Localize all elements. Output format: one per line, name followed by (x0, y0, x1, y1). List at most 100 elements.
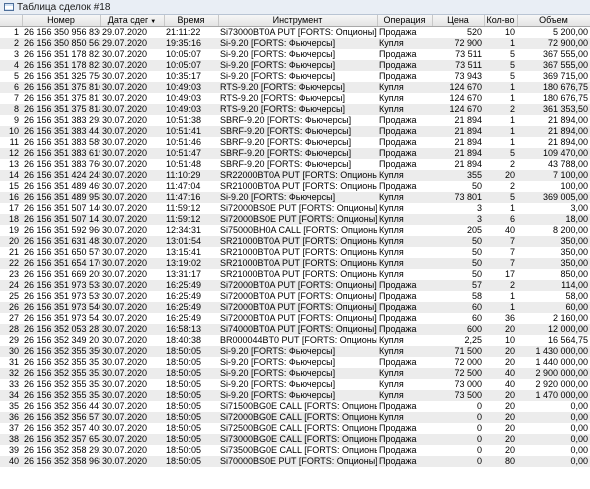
table-row[interactable]: 19 26 156 351 592 966 30.07.2020 12:34:31 Si… (0, 225, 590, 236)
cell-rownum: 27 (8, 312, 19, 323)
cell-operation: Купля (379, 202, 404, 213)
cell-operation: Купля (377, 411, 432, 423)
header-operation-label: Операция (383, 15, 426, 26)
cell-price: 520 (466, 26, 482, 37)
table-row[interactable]: 6 26 156 351 375 816 30.07.2020 10:49:03 RTS… (0, 81, 590, 93)
cell-quantity: 7 (509, 246, 515, 257)
table-row[interactable]: 38 26 156 352 357 654 30.07.2020 18:50:05 Si… (0, 433, 590, 445)
header-number[interactable]: Номер (22, 15, 101, 27)
cell-time: 12:34:31 (166, 224, 202, 235)
sort-descending-icon: ▼ (150, 19, 157, 26)
cell-trade-number: 26 156 352 356 577 (22, 411, 100, 423)
table-row[interactable]: 20 26 156 351 631 483 30.07.2020 13:01:54 SR… (0, 235, 590, 247)
cell-quantity: 20 (484, 433, 517, 445)
table-row[interactable]: 30 26 156 352 355 350 30.07.2020 18:50:05 Si… (0, 345, 590, 357)
table-row[interactable]: 5 26 156 351 325 756 30.07.2020 10:35:17 Si-… (0, 71, 590, 82)
table-row[interactable]: 40 26 156 352 358 968 30.07.2020 18:50:05 Si… (0, 455, 590, 467)
table-row[interactable]: 26 26 156 351 973 540 30.07.2020 16:25:49 Si… (0, 301, 590, 313)
header-operation[interactable]: Операция (377, 15, 433, 27)
cell-price: 50 (432, 235, 484, 247)
header-instrument[interactable]: Инструмент (218, 15, 378, 27)
table-row[interactable]: 16 26 156 351 489 958 30.07.2020 11:47:16 Si… (0, 191, 590, 203)
cell-trade-number: 26 156 351 325 756 (24, 70, 100, 81)
table-row[interactable]: 34 26 156 352 355 354 30.07.2020 18:50:05 Si… (0, 389, 590, 401)
table-row[interactable]: 21 26 156 351 650 579 30.07.2020 13:15:41 SR… (0, 247, 590, 258)
table-row[interactable]: 2 26 156 350 850 563 29.07.2020 19:35:16 Si-… (0, 37, 590, 49)
cell-operation: Купля (379, 378, 404, 389)
table-row[interactable]: 11 26 156 351 383 589 30.07.2020 10:51:46 SB… (0, 137, 590, 148)
table-row[interactable]: 7 26 156 351 375 817 30.07.2020 10:49:03 RTS… (0, 93, 590, 104)
cell-price: 50 (471, 180, 482, 191)
cell-instrument: Si-9.20 [FORTS: Фьючерсы] (220, 48, 336, 59)
table-row[interactable]: 10 26 156 351 383 441 30.07.2020 10:51:41 SB… (0, 125, 590, 137)
table-row[interactable]: 29 26 156 352 349 201 30.07.2020 18:40:38 BR… (0, 335, 590, 346)
cell-volume: 21 894,00 (547, 136, 588, 147)
cell-trade-number: 26 156 352 357 405 (24, 422, 100, 433)
table-row[interactable]: 17 26 156 351 507 140 30.07.2020 11:59:12 Si… (0, 203, 590, 214)
table-row[interactable]: 27 26 156 351 973 541 30.07.2020 16:25:49 Si… (0, 313, 590, 324)
cell-trade-number: 26 156 351 424 245 (22, 169, 100, 181)
table-row[interactable]: 22 26 156 351 654 170 30.07.2020 13:19:02 SR… (0, 257, 590, 269)
cell-operation: Купля (379, 92, 404, 103)
cell-date: 30.07.2020 (102, 422, 148, 433)
table-row[interactable]: 1 26 156 350 956 836 29.07.2020 21:11:22 Si7… (0, 26, 590, 38)
window-titlebar[interactable]: Таблица сделок #18 (0, 0, 590, 15)
table-row[interactable]: 39 26 156 352 358 292 30.07.2020 18:50:05 Si… (0, 445, 590, 456)
table-row[interactable]: 3 26 156 351 178 822 30.07.2020 10:05:07 Si-… (0, 49, 590, 60)
table-row[interactable]: 24 26 156 351 973 538 30.07.2020 16:25:49 Si… (0, 279, 590, 291)
cell-operation: Продажа (377, 279, 432, 291)
cell-volume: 367 555,00 (517, 59, 590, 71)
cell-instrument: Si72000BT0A PUT [FORTS: Опционы] (220, 290, 377, 301)
table-row[interactable]: 33 26 156 352 355 353 30.07.2020 18:50:05 Si… (0, 379, 590, 390)
table-row[interactable]: 31 26 156 352 355 351 30.07.2020 18:50:05 Si… (0, 357, 590, 368)
cell-operation: Купля (379, 334, 404, 345)
table-row[interactable]: 35 26 156 352 356 447 30.07.2020 18:50:05 Si… (0, 401, 590, 412)
header-quantity[interactable]: Кол-во (484, 15, 518, 27)
cell-volume: 0,00 (517, 433, 590, 445)
table-row[interactable]: 4 26 156 351 178 823 30.07.2020 10:05:07 Si-… (0, 59, 590, 71)
table-header-row: Номер Дата сдег ▼ Время Инструмент Операц… (0, 15, 590, 27)
cell-date: 30.07.2020 (100, 125, 164, 137)
header-time[interactable]: Время (164, 15, 219, 27)
cell-quantity: 2 (484, 279, 517, 291)
header-date[interactable]: Дата сдег ▼ (100, 15, 165, 27)
cell-price: 73 511 (455, 48, 482, 59)
cell-volume: 1 440 000,00 (535, 356, 588, 367)
cell-rownum: 30 (0, 345, 22, 357)
table-row[interactable]: 25 26 156 351 973 539 30.07.2020 16:25:49 Si… (0, 291, 590, 302)
cell-volume: 369 715,00 (542, 70, 588, 81)
cell-date: 30.07.2020 (100, 345, 164, 357)
cell-volume: 12 000,00 (517, 323, 590, 335)
cell-quantity: 1 (509, 114, 515, 125)
cell-rownum: 32 (0, 367, 22, 379)
cell-volume: 16 564,75 (547, 334, 588, 345)
table-row[interactable]: 14 26 156 351 424 245 30.07.2020 11:10:29 SR… (0, 169, 590, 181)
table-row[interactable]: 23 26 156 351 669 205 30.07.2020 13:31:17 SR… (0, 269, 590, 280)
cell-price: 0 (476, 400, 482, 411)
table-row[interactable]: 37 26 156 352 357 405 30.07.2020 18:50:05 Si… (0, 423, 590, 434)
cell-operation: Продажа (379, 70, 417, 81)
cell-time: 13:31:17 (166, 268, 202, 279)
cell-volume: 2 160,00 (552, 312, 588, 323)
cell-date: 30.07.2020 (102, 312, 148, 323)
table-row[interactable]: 36 26 156 352 356 577 30.07.2020 18:50:05 Si… (0, 411, 590, 423)
table-row[interactable]: 8 26 156 351 375 818 30.07.2020 10:49:03 RTS… (0, 103, 590, 115)
table-row[interactable]: 12 26 156 351 383 619 30.07.2020 10:51:47 SB… (0, 147, 590, 159)
header-rownum[interactable] (0, 15, 23, 27)
cell-quantity: 20 (504, 444, 515, 455)
cell-instrument: Si74000BT0A PUT [FORTS: Опционы] (218, 323, 377, 335)
cell-quantity: 20 (484, 389, 517, 401)
header-price[interactable]: Цена (432, 15, 485, 27)
cell-date: 30.07.2020 (102, 268, 148, 279)
cell-price: 50 (471, 268, 482, 279)
table-row[interactable]: 15 26 156 351 489 469 30.07.2020 11:47:04 SR… (0, 181, 590, 192)
cell-quantity: 40 (484, 367, 517, 379)
table-row[interactable]: 28 26 156 352 053 287 30.07.2020 16:58:13 Si… (0, 323, 590, 335)
table-row[interactable]: 18 26 156 351 507 141 30.07.2020 11:59:12 Si… (0, 213, 590, 225)
cell-quantity: 1 (484, 37, 517, 49)
table-row[interactable]: 9 26 156 351 383 293 30.07.2020 10:51:38 SBR… (0, 115, 590, 126)
cell-quantity: 1 (484, 81, 517, 93)
table-row[interactable]: 32 26 156 352 355 352 30.07.2020 18:50:05 Si… (0, 367, 590, 379)
header-volume[interactable]: Объем (517, 15, 590, 27)
table-row[interactable]: 13 26 156 351 383 760 30.07.2020 10:51:48 SB… (0, 159, 590, 170)
